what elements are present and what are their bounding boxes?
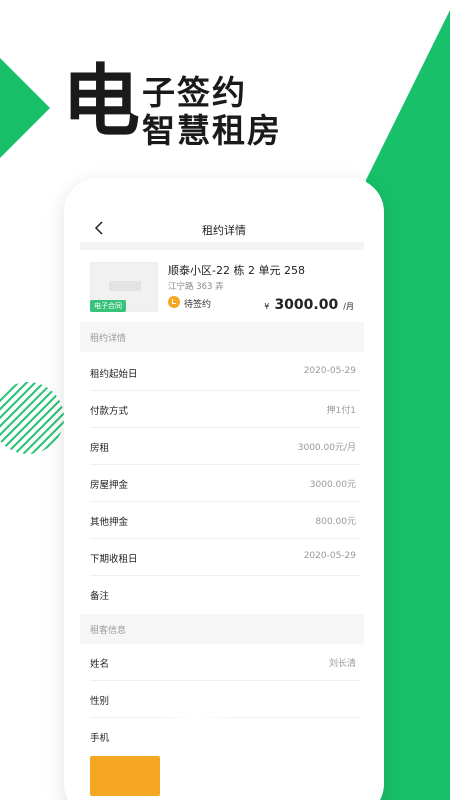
row-label: 租约起始日 (90, 369, 138, 380)
row-start-date: 租约起始日 2020-05-29 (90, 354, 360, 391)
contract-badge: 电子合同 (90, 300, 126, 312)
row-next-rent-date: 下期收租日 2020-05-29 (90, 539, 360, 576)
row-label: 姓名 (90, 659, 110, 670)
row-label: 付款方式 (90, 406, 129, 417)
row-label: 性别 (90, 696, 110, 707)
row-label: 手机 (90, 733, 110, 744)
row-value: 3000.00元/月 (297, 443, 356, 453)
row-value: 2020-05-29 (303, 551, 356, 561)
price: ¥ 3000.00 /月 (264, 294, 354, 313)
row-payment-method: 付款方式 押1付1 (90, 391, 360, 428)
listing-address: 江宁路 363 弄 (168, 282, 224, 292)
row-tenant-name: 姓名 刘长清 (90, 644, 360, 681)
price-unit: /月 (343, 302, 354, 311)
row-label: 房屋押金 (90, 480, 129, 491)
listing-card[interactable]: 电子合同 顺泰小区-22 栋 2 单元 258 江宁路 363 弄 待签约 ¥ … (80, 250, 364, 322)
row-rent: 房租 3000.00元/月 (90, 428, 360, 465)
section-header-tenant: 租客信息 (80, 614, 364, 644)
decor-glare (164, 698, 234, 738)
row-value: 2020-05-29 (303, 366, 356, 376)
row-label: 备注 (90, 591, 110, 602)
row-label: 房租 (90, 443, 110, 454)
row-other-deposit: 其他押金 800.00元 (90, 502, 360, 539)
row-label: 其他押金 (90, 517, 129, 528)
row-label: 下期收租日 (90, 554, 138, 565)
price-currency: ¥ (264, 302, 270, 311)
row-value: 800.00元 (315, 517, 357, 527)
page-title: 租约详情 (202, 224, 246, 237)
phone-frame: 租约详情 电子合同 顺泰小区-22 栋 2 单元 258 江宁路 363 弄 待… (64, 178, 384, 800)
row-value: 3000.00元 (309, 480, 356, 490)
section-title: 租客信息 (90, 626, 127, 636)
nav-bar: 租约详情 (64, 210, 384, 246)
row-house-deposit: 房屋押金 3000.00元 (90, 465, 360, 502)
divider (80, 242, 364, 250)
hero-line-2: 智慧租房 (142, 111, 282, 150)
section-title: 租约详情 (90, 334, 127, 344)
thumbnail-watermark (109, 281, 141, 291)
hero-big-char: 电 (62, 57, 141, 147)
action-button[interactable] (90, 756, 160, 796)
price-value: 3000.00 (274, 297, 339, 313)
row-remarks[interactable]: 备注 (90, 576, 360, 613)
clock-icon (168, 296, 180, 308)
row-value: 押1付1 (326, 406, 356, 416)
listing-title: 顺泰小区-22 栋 2 单元 258 (168, 264, 305, 277)
status-label: 待签约 (184, 300, 212, 310)
row-value: 刘长清 (328, 659, 356, 669)
section-header-lease: 租约详情 (80, 322, 364, 352)
